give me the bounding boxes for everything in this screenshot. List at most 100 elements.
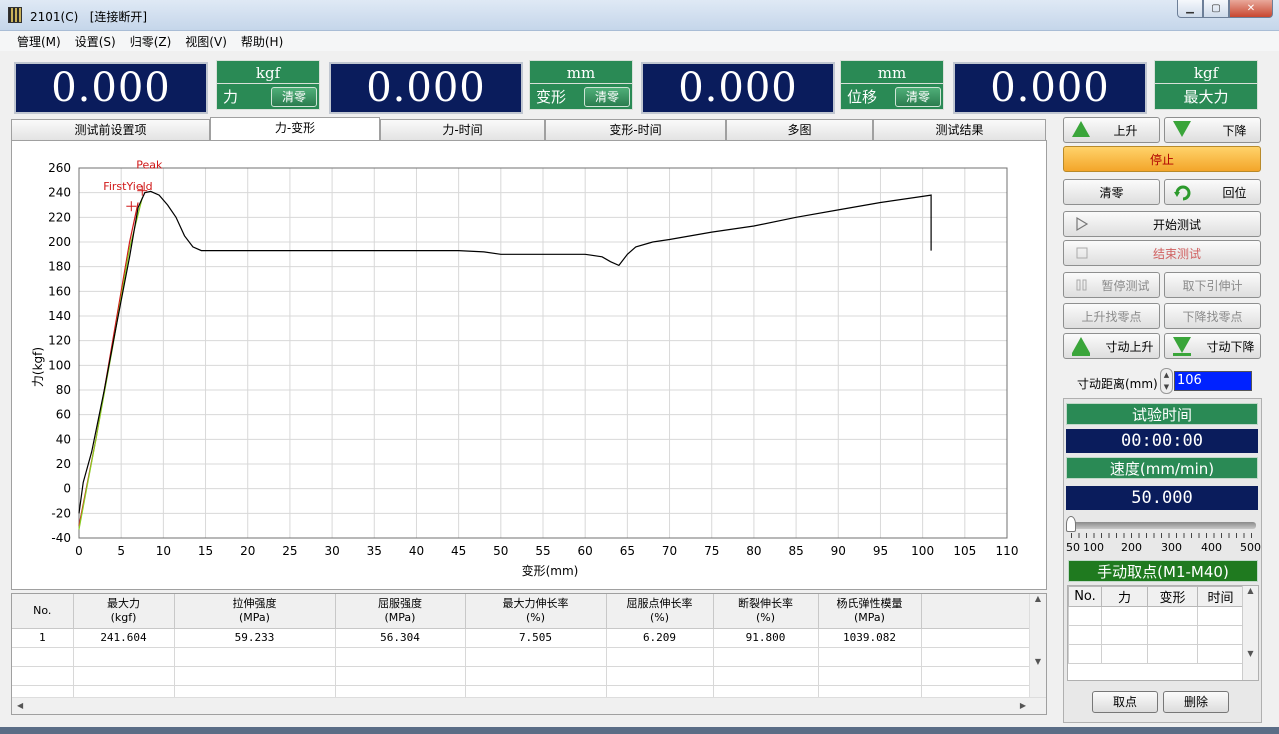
table-cell: 59.233 bbox=[174, 628, 336, 648]
down-find-zero-button[interactable]: 下降找零点 bbox=[1164, 303, 1261, 329]
menu-manage[interactable]: 管理(M) bbox=[10, 31, 68, 51]
zero-button[interactable]: 清零 bbox=[1063, 179, 1160, 205]
manual-points-label: 手动取点(M1-M40) bbox=[1068, 560, 1258, 582]
deformation-clear-button[interactable]: 清零 bbox=[584, 87, 630, 107]
table-row[interactable] bbox=[12, 647, 1032, 667]
speed-value: 50.000 bbox=[1066, 486, 1258, 510]
x-tick-label: 25 bbox=[282, 544, 297, 558]
minimize-button[interactable]: ▁ bbox=[1177, 0, 1203, 18]
results-header-7: 杨氏弹性模量 (MPa) bbox=[818, 594, 922, 629]
displacement-clear-button[interactable]: 清零 bbox=[895, 87, 941, 107]
table-cell bbox=[73, 647, 175, 667]
force-clear-button[interactable]: 清零 bbox=[271, 87, 317, 107]
speed-slider-handle[interactable] bbox=[1066, 516, 1076, 532]
play-icon bbox=[1072, 215, 1092, 233]
table-cell bbox=[818, 666, 922, 686]
end-test-button[interactable]: 结束测试 bbox=[1063, 240, 1261, 266]
deformation-readout: 0.000 bbox=[329, 62, 523, 114]
table-cell bbox=[713, 647, 819, 667]
results-header-unit: (kgf) bbox=[110, 610, 137, 624]
x-tick-label: 35 bbox=[367, 544, 382, 558]
test-time-value: 00:00:00 bbox=[1066, 429, 1258, 453]
menu-view[interactable]: 视图(V) bbox=[178, 31, 234, 51]
y-tick-label: 180 bbox=[48, 260, 71, 274]
table-row[interactable] bbox=[12, 666, 1032, 686]
results-horizontal-scrollbar[interactable]: ◀ ▶ bbox=[12, 697, 1046, 714]
table-cell bbox=[465, 647, 607, 667]
jog-distance-spinner[interactable]: ▲ ▼ bbox=[1160, 368, 1173, 394]
jog-distance-input[interactable]: 106 bbox=[1174, 371, 1252, 391]
speed-slider-ticks bbox=[1071, 533, 1257, 538]
up-find-zero-button[interactable]: 上升找零点 bbox=[1063, 303, 1160, 329]
x-tick-label: 60 bbox=[578, 544, 593, 558]
speed-slider-track[interactable] bbox=[1070, 522, 1256, 529]
pause-test-button[interactable]: 暂停测试 bbox=[1063, 272, 1160, 298]
pause-icon bbox=[1072, 276, 1092, 294]
results-vertical-scrollbar[interactable]: ▲ ▼ bbox=[1029, 594, 1046, 698]
slider-label-400: 400 bbox=[1201, 541, 1222, 554]
table-cell: 241.604 bbox=[73, 628, 175, 648]
max-force-readout: 0.000 bbox=[953, 62, 1147, 114]
stop-button[interactable]: 停止 bbox=[1063, 146, 1261, 172]
remove-extensometer-button[interactable]: 取下引伸计 bbox=[1164, 272, 1261, 298]
take-point-button[interactable]: 取点 bbox=[1092, 691, 1158, 713]
return-button[interactable]: 回位 bbox=[1164, 179, 1261, 205]
y-tick-label: 20 bbox=[56, 457, 71, 471]
start-test-button[interactable]: 开始测试 bbox=[1063, 211, 1261, 237]
rotate-icon bbox=[1173, 183, 1193, 201]
jog-up-button[interactable]: 寸动上升 bbox=[1063, 333, 1160, 359]
results-header-unit: (%) bbox=[649, 610, 670, 624]
tab-force-deformation[interactable]: 力-变形 bbox=[210, 117, 380, 141]
table-cell: 1 bbox=[12, 628, 74, 648]
table-cell: 91.800 bbox=[713, 628, 819, 648]
table-cell bbox=[818, 647, 922, 667]
arrow-down-bar-icon bbox=[1173, 337, 1193, 356]
window-title: 2101(C) [连接断开] bbox=[30, 10, 148, 24]
menu-settings[interactable]: 设置(S) bbox=[68, 31, 123, 51]
menu-help[interactable]: 帮助(H) bbox=[234, 31, 290, 51]
displacement-unit-box: mm 位移 清零 bbox=[840, 60, 944, 112]
slider-label-100: 100 bbox=[1083, 541, 1104, 554]
tab-test-results[interactable]: 测试结果 bbox=[873, 119, 1046, 141]
close-button[interactable]: ✕ bbox=[1229, 0, 1273, 18]
jog-down-button[interactable]: 寸动下降 bbox=[1164, 333, 1261, 359]
menu-zero[interactable]: 归零(Z) bbox=[123, 31, 179, 51]
tab-pre-test-settings[interactable]: 测试前设置项 bbox=[11, 119, 210, 141]
results-header-1: 最大力 (kgf) bbox=[73, 594, 175, 629]
tab-bar: 测试前设置项 力-变形 力-时间 变形-时间 多图 测试结果 bbox=[11, 117, 1046, 141]
force-deformation-chart-panel: 0 5 10 15 20 25 30 35 40 45 50 55 60 65 70 75 80 85 90 95 10… bbox=[11, 140, 1047, 590]
manual-table-scrollbar[interactable]: ▲ ▼ bbox=[1242, 586, 1258, 680]
table-cell bbox=[73, 666, 175, 686]
delete-point-button[interactable]: 删除 bbox=[1163, 691, 1229, 713]
y-tick-label: 80 bbox=[56, 383, 71, 397]
title-bar: 2101(C) [连接断开] ▁ ▢ ✕ bbox=[0, 0, 1279, 31]
table-cell bbox=[174, 666, 336, 686]
manual-col-time: 时间 bbox=[1197, 586, 1244, 607]
tab-deformation-time[interactable]: 变形-时间 bbox=[545, 119, 726, 141]
results-header-0: No. bbox=[12, 594, 74, 629]
y-tick-label: 200 bbox=[48, 235, 71, 249]
slider-label-200: 200 bbox=[1121, 541, 1142, 554]
y-tick-label: 160 bbox=[48, 284, 71, 298]
results-header-5: 屈服点伸长率 (%) bbox=[606, 594, 714, 629]
down-button[interactable]: 下降 bbox=[1164, 117, 1261, 143]
results-header-title: 最大力伸长率 bbox=[502, 596, 569, 610]
results-table: No. 最大力 (kgf) 拉伸强度 (MPa) 屈服强度 (MPa) 最大力伸长率 (%) 屈服… bbox=[12, 594, 1032, 705]
deformation-unit-box: mm 变形 清零 bbox=[529, 60, 633, 112]
up-button[interactable]: 上升 bbox=[1063, 117, 1160, 143]
table-cell: 6.209 bbox=[606, 628, 714, 648]
table-row[interactable]: 1 241.604 59.233 56.304 7.505 6.209 91.800 1039… bbox=[12, 628, 1032, 648]
results-header-title: 最大力 bbox=[107, 596, 140, 610]
manual-col-deformation: 变形 bbox=[1147, 586, 1198, 607]
speed-label: 速度(mm/min) bbox=[1066, 457, 1258, 479]
x-tick-label: 10 bbox=[156, 544, 171, 558]
results-header-title: 断裂伸长率 bbox=[738, 596, 793, 610]
y-tick-label: -40 bbox=[51, 531, 71, 545]
results-header-4: 最大力伸长率 (%) bbox=[465, 594, 607, 629]
tab-force-time[interactable]: 力-时间 bbox=[380, 119, 545, 141]
results-header-empty bbox=[921, 594, 1032, 629]
table-cell bbox=[921, 647, 1032, 667]
maximize-button[interactable]: ▢ bbox=[1203, 0, 1229, 18]
results-header-title: 杨氏弹性模量 bbox=[836, 596, 903, 610]
tab-multi-chart[interactable]: 多图 bbox=[726, 119, 873, 141]
